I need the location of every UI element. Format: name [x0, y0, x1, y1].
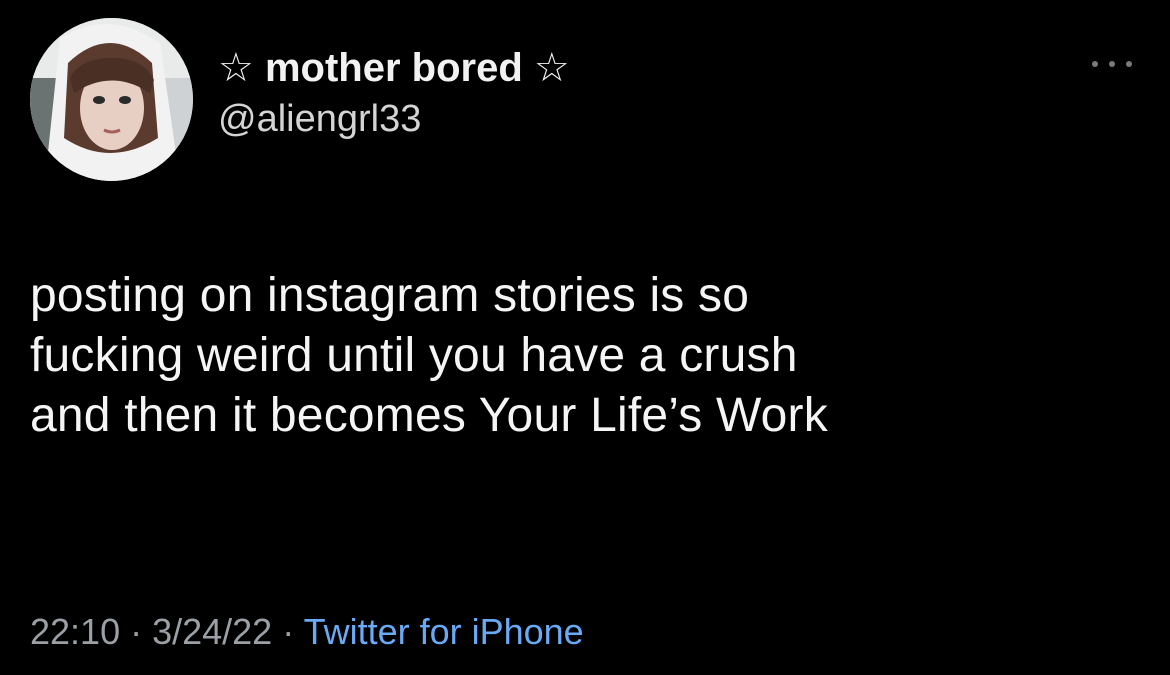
more-options-icon[interactable] — [1092, 54, 1132, 74]
display-name[interactable]: ☆ mother bored ☆ — [218, 44, 570, 92]
tweet-time: 22:10 — [30, 611, 121, 652]
dot — [1092, 61, 1098, 67]
dot — [1126, 61, 1132, 67]
tweet-date: 3/24/22 — [152, 611, 273, 652]
avatar-photo-icon — [30, 18, 193, 181]
tweet-text: posting on instagram stories is so fucki… — [30, 269, 828, 442]
source-link[interactable]: Twitter for iPhone — [304, 611, 584, 652]
dot — [1109, 61, 1115, 67]
tweet-card: ☆ mother bored ☆ @aliengrl33 posting on … — [0, 0, 1170, 675]
avatar[interactable] — [30, 18, 193, 181]
meta-separator: · — [120, 611, 153, 652]
tweet-meta: 22:10 · 3/24/22 · Twitter for iPhone — [30, 610, 584, 654]
user-handle[interactable]: @aliengrl33 — [218, 96, 570, 142]
author-block: ☆ mother bored ☆ @aliengrl33 — [218, 44, 570, 142]
meta-separator: · — [272, 611, 304, 652]
